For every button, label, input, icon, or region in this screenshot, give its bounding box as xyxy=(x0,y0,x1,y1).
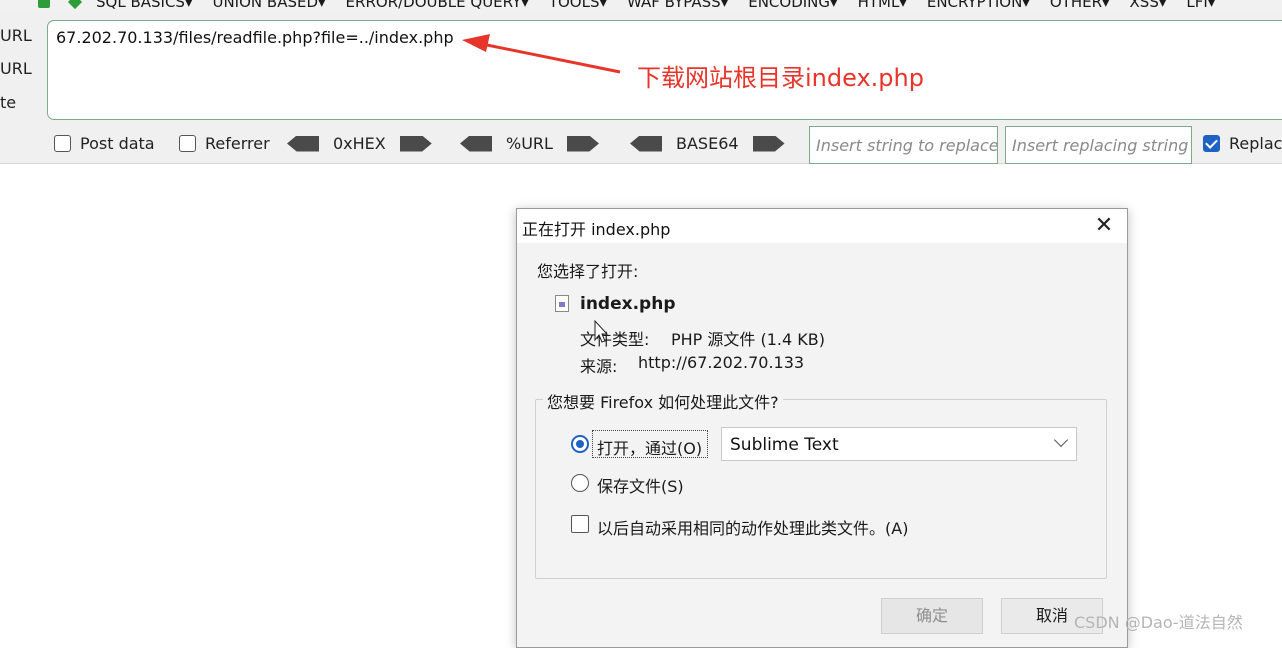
open-with-radio[interactable] xyxy=(571,435,589,453)
annotation-arrow-icon xyxy=(462,34,621,74)
mouse-cursor-icon xyxy=(594,320,608,343)
file-icon xyxy=(555,295,569,312)
action-question: 您想要 Firefox 如何处理此文件? xyxy=(543,389,783,413)
post-data-checkbox[interactable] xyxy=(54,135,71,152)
menu-shield-icon xyxy=(38,0,50,8)
menu-html[interactable]: HTML▾ xyxy=(858,0,907,11)
url-encoder: %URL xyxy=(460,134,599,153)
chevron-down-icon[interactable] xyxy=(1053,432,1069,448)
save-file-label[interactable]: 保存文件(S) xyxy=(597,473,684,497)
hackbar-panel: URL URL te 67.202.70.133/files/readfile.… xyxy=(0,14,1282,164)
watermark: CSDN @Dao-道法自然 xyxy=(1074,613,1243,632)
base64-encode-arrow-icon[interactable] xyxy=(752,135,785,152)
replace-toggle[interactable]: Replac xyxy=(1203,134,1282,153)
save-file-radio[interactable] xyxy=(571,474,589,492)
base64-decode-arrow-icon[interactable] xyxy=(630,135,662,152)
url-enc-label: %URL xyxy=(506,134,553,153)
post-data-toggle[interactable]: Post data xyxy=(54,134,155,153)
base64-label: BASE64 xyxy=(676,134,739,153)
menu-union-based[interactable]: UNION BASED▾ xyxy=(212,0,325,11)
menu-diamond-icon xyxy=(67,0,83,10)
auto-action-checkbox[interactable] xyxy=(571,515,589,533)
split-url-label[interactable]: URL xyxy=(0,59,32,78)
insert-string-input[interactable]: Insert string to replace xyxy=(809,126,998,164)
replace-label: Replac xyxy=(1229,134,1282,153)
close-icon[interactable]: ✕ xyxy=(1091,213,1117,239)
base64-encoder: BASE64 xyxy=(630,134,785,153)
chosen-label: 您选择了打开: xyxy=(537,262,639,281)
post-data-label: Post data xyxy=(80,134,155,153)
file-type-label: 文件类型: xyxy=(580,330,650,349)
menu-encryption[interactable]: ENCRYPTION▾ xyxy=(927,0,1030,11)
hex-encoder: 0xHEX xyxy=(287,134,432,153)
execute-label[interactable]: te xyxy=(0,93,16,112)
url-encode-arrow-icon[interactable] xyxy=(566,135,599,152)
referrer-label: Referrer xyxy=(205,134,270,153)
application-select[interactable]: Sublime Text xyxy=(721,427,1077,461)
replacing-string-input[interactable]: Insert replacing string xyxy=(1005,126,1192,164)
open-file-dialog: 正在打开 index.php ✕ 您选择了打开: index.php 文件类型:… xyxy=(516,208,1128,648)
menu-other[interactable]: OTHER▾ xyxy=(1050,0,1110,11)
replace-checkbox[interactable] xyxy=(1203,135,1220,152)
application-selected: Sublime Text xyxy=(730,435,839,455)
referrer-checkbox[interactable] xyxy=(179,135,196,152)
top-menu-bar: SQL BASICS▾ UNION BASED▾ ERROR/DOUBLE QU… xyxy=(0,0,1282,14)
dialog-titlebar[interactable]: 正在打开 index.php ✕ xyxy=(517,209,1127,243)
open-with-label[interactable]: 打开，通过(O) xyxy=(597,435,702,459)
hex-encode-arrow-icon[interactable] xyxy=(399,135,432,152)
auto-action-label[interactable]: 以后自动采用相同的动作处理此类文件。(A) xyxy=(597,515,908,539)
annotation-text: 下载网站根目录index.php xyxy=(637,64,924,92)
dialog-title: 正在打开 index.php xyxy=(522,220,671,239)
file-type-value: PHP 源文件 (1.4 KB) xyxy=(671,330,825,349)
source-value: http://67.202.70.133 xyxy=(638,353,805,372)
menu-xss[interactable]: XSS▾ xyxy=(1130,0,1167,11)
source-label: 来源: xyxy=(580,357,618,376)
url-value: 67.202.70.133/files/readfile.php?file=..… xyxy=(56,28,454,47)
ok-button[interactable]: 确定 xyxy=(881,598,983,634)
menu-encoding[interactable]: ENCODING▾ xyxy=(748,0,837,11)
hex-decode-arrow-icon[interactable] xyxy=(287,135,319,152)
menu-lfi[interactable]: LFI▾ xyxy=(1186,0,1215,11)
options-row: Post data Referrer 0xHEX %URL BASE64 Ins… xyxy=(0,126,1282,164)
menu-error-double-query[interactable]: ERROR/DOUBLE QUERY▾ xyxy=(346,0,529,11)
url-decode-arrow-icon[interactable] xyxy=(460,135,492,152)
menu-sql-basics[interactable]: SQL BASICS▾ xyxy=(96,0,192,11)
hex-label: 0xHEX xyxy=(333,134,386,153)
menu-tools[interactable]: TOOLS▾ xyxy=(549,0,607,11)
load-url-label[interactable]: URL xyxy=(0,26,32,45)
menu-waf-bypass[interactable]: WAF BYPASS▾ xyxy=(627,0,728,11)
referrer-toggle[interactable]: Referrer xyxy=(179,134,270,153)
dialog-filename: index.php xyxy=(580,294,676,314)
